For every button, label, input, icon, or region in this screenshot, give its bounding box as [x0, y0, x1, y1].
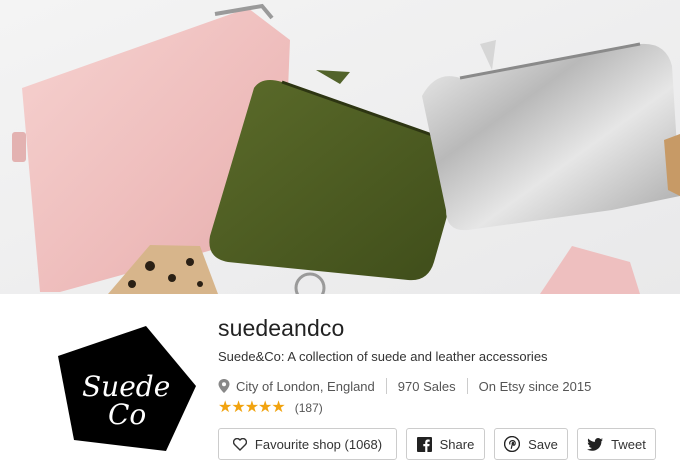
save-pinterest-button[interactable]: Save [494, 428, 568, 460]
share-label: Share [439, 436, 475, 452]
shop-rating[interactable]: ★★★★★ (187) [218, 400, 323, 416]
logo-text-line2: Co [108, 398, 146, 431]
facebook-icon [416, 436, 432, 452]
shop-banner [0, 0, 680, 294]
share-facebook-button[interactable]: Share [406, 428, 485, 460]
suedeandco-logo: Suede Co [58, 326, 196, 451]
shop-title: Suede&Co: A collection of suede and leat… [218, 349, 548, 364]
shop-logo[interactable]: Suede Co [48, 316, 203, 457]
meta-divider [385, 378, 387, 394]
favourite-shop-label: Favourite shop (1068) [254, 436, 383, 452]
pinterest-icon [504, 436, 521, 452]
save-label: Save [528, 436, 558, 452]
tweet-button[interactable]: Tweet [577, 428, 656, 460]
shop-name: suedeandco [218, 315, 345, 341]
shop-location: City of London, England [236, 378, 375, 394]
star-rating-icon: ★★★★★ [218, 399, 286, 416]
shop-sales[interactable]: 970 Sales [398, 379, 456, 394]
twitter-bird-icon [587, 437, 604, 451]
tweet-label: Tweet [611, 436, 646, 452]
heart-icon [232, 437, 247, 451]
review-count[interactable]: (187) [295, 401, 323, 415]
shop-meta: City of London, England 970 Sales On Ets… [218, 377, 591, 395]
favourite-shop-button[interactable]: Favourite shop (1068) [218, 428, 397, 460]
location-pin-icon [218, 379, 230, 393]
shop-since: On Etsy since 2015 [478, 378, 592, 394]
shop-actions: Favourite shop (1068) Share Save Tweet [218, 428, 656, 460]
banner-image [0, 0, 680, 294]
shop-info-section: Suede Co suedeandco Suede&Co: A collecti… [0, 294, 680, 463]
meta-divider [466, 378, 468, 394]
